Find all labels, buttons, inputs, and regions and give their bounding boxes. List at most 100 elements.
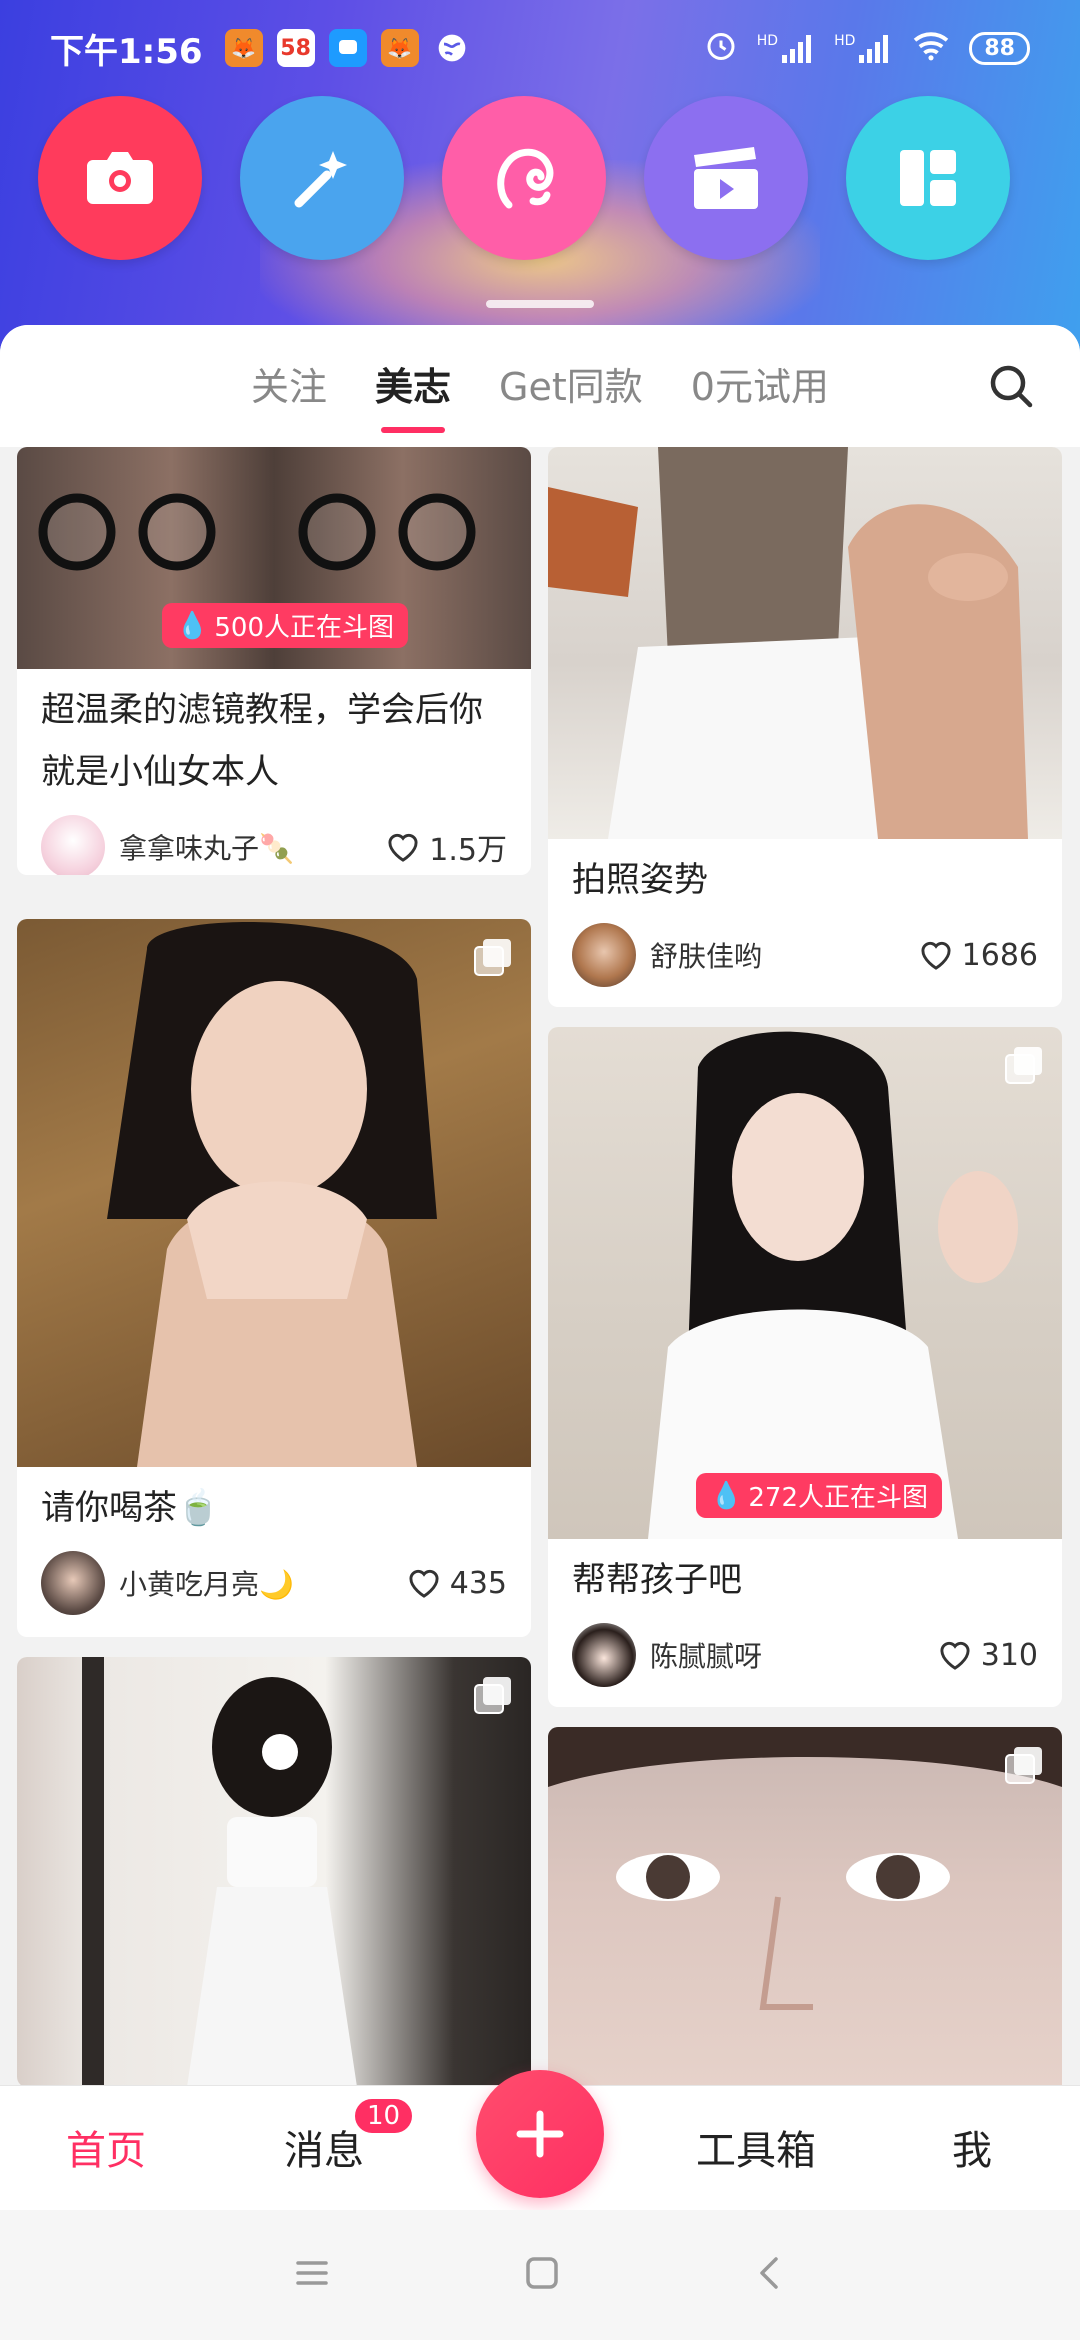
back-icon[interactable] <box>752 2253 788 2297</box>
card-title: 拍照姿势 <box>572 860 708 900</box>
heart-icon <box>409 1569 439 1598</box>
portrait-decoration <box>548 1727 1062 2010</box>
search-button[interactable] <box>986 361 1036 411</box>
author-name[interactable]: 陈腻腻呀 <box>650 1635 937 1675</box>
nav-me[interactable]: 我 <box>952 2118 992 2176</box>
nav-home[interactable]: 首页 <box>66 2118 146 2176</box>
status-bar: 下午1:56 🦊 58 🦊 HD HD 88 <box>0 0 1080 96</box>
system-navigation-bar <box>0 2210 1080 2340</box>
status-right-group: HD HD 88 <box>703 27 1030 70</box>
avatar[interactable] <box>572 1623 636 1687</box>
card-image: 💧 272人正在斗图 <box>548 1027 1062 1539</box>
heart-icon <box>921 941 951 970</box>
heart-icon <box>940 1641 970 1670</box>
chat-app-icon <box>328 29 367 67</box>
fox-app-icon: 🦊 <box>224 29 263 67</box>
live-badge: 💧 500人正在斗图 <box>162 603 409 648</box>
signal-icon-1: HD <box>757 33 816 63</box>
globe-app-icon <box>433 29 471 67</box>
like-button[interactable]: 310 <box>937 1638 1038 1673</box>
header-background: 下午1:56 🦊 58 🦊 HD HD 88 <box>0 0 1080 360</box>
feed-tabs: 关注 美志 Get同款 0元试用 <box>0 325 1080 447</box>
author-name[interactable]: 小黄吃月亮🌙 <box>119 1563 406 1603</box>
avatar[interactable] <box>572 923 636 987</box>
like-button[interactable]: 1686 <box>918 938 1038 973</box>
camera-tool-button[interactable] <box>38 96 202 260</box>
feed-card[interactable] <box>548 1727 1062 2085</box>
hd-label-2: HD <box>834 33 856 49</box>
collage-tool-button[interactable] <box>846 96 1010 260</box>
quick-tools-row <box>38 96 1010 260</box>
card-title: 帮帮孩子吧 <box>572 1560 742 1600</box>
portrait-decoration <box>548 447 1028 839</box>
magic-wand-tool-button[interactable] <box>240 96 404 260</box>
card-title: 超温柔的滤镜教程，学会后你就是小仙女本人 <box>41 690 483 792</box>
magic-wand-icon <box>294 151 347 208</box>
video-tool-button[interactable] <box>644 96 808 260</box>
feed-card[interactable]: 拍照姿势 舒肤佳哟 1686 <box>548 447 1062 1007</box>
card-meta: 拿拿味丸子🍡 1.5万 <box>17 803 531 875</box>
avatar[interactable] <box>41 1551 105 1615</box>
portrait-decoration <box>82 1657 357 2085</box>
battery-indicator: 88 <box>969 31 1030 65</box>
search-icon <box>990 365 1033 408</box>
nav-messages[interactable]: 消息 <box>284 2118 364 2176</box>
tab-free-trial[interactable]: 0元试用 <box>691 356 829 417</box>
card-meta: 陈腻腻呀 310 <box>548 1611 1062 1691</box>
card-image <box>17 919 531 1467</box>
card-image <box>548 447 1062 839</box>
home-square-icon[interactable] <box>522 2253 562 2297</box>
feed-card[interactable]: 请你喝茶🍵 小黄吃月亮🌙 435 <box>17 919 531 1637</box>
like-count: 310 <box>980 1637 1038 1673</box>
hair-icon <box>497 148 554 209</box>
hd-label-1: HD <box>756 33 779 49</box>
status-time: 下午1:56 <box>50 31 203 72</box>
feed-card[interactable] <box>17 1657 531 2085</box>
camera-icon <box>87 152 153 204</box>
card-image <box>17 1657 531 2085</box>
drag-handle[interactable] <box>486 300 594 308</box>
card-title: 请你喝茶🍵 <box>41 1488 220 1528</box>
like-button[interactable]: 1.5万 <box>385 825 507 869</box>
multi-image-icon <box>1005 1747 1042 1784</box>
portrait-decoration <box>648 1031 1018 1539</box>
tab-following[interactable]: 关注 <box>251 356 327 417</box>
fire-icon: 💧 <box>176 610 209 641</box>
card-meta: 舒肤佳哟 1686 <box>548 911 1062 991</box>
58-app-icon: 58 <box>276 29 315 67</box>
wifi-icon <box>911 29 951 68</box>
author-name[interactable]: 舒肤佳哟 <box>650 935 918 975</box>
alarm-icon <box>703 27 739 70</box>
multi-image-icon <box>1005 1047 1042 1084</box>
beauty-tool-button[interactable] <box>442 96 606 260</box>
feed-card[interactable]: 💧 500人正在斗图 超温柔的滤镜教程，学会后你就是小仙女本人 拿拿味丸子🍡 1… <box>17 447 531 875</box>
live-badge-text: 272人正在斗图 <box>748 1483 929 1513</box>
card-meta: 小黄吃月亮🌙 435 <box>17 1539 531 1619</box>
messages-badge: 10 <box>352 2096 416 2136</box>
heart-icon <box>388 833 418 862</box>
like-button[interactable]: 435 <box>406 1566 507 1601</box>
author-name[interactable]: 拿拿味丸子🍡 <box>119 827 385 867</box>
card-image: 💧 500人正在斗图 <box>17 447 531 669</box>
multi-image-icon <box>474 1677 511 1714</box>
nav-toolbox[interactable]: 工具箱 <box>696 2118 816 2176</box>
feed-card[interactable]: 💧 272人正在斗图 帮帮孩子吧 陈腻腻呀 310 <box>548 1027 1062 1707</box>
tab-get-same[interactable]: Get同款 <box>499 356 643 417</box>
avatar[interactable] <box>41 815 105 875</box>
content-sheet: 关注 美志 Get同款 0元试用 💧 500人正在斗图 超温柔的滤镜教程，学会后… <box>0 325 1080 2085</box>
like-count: 1686 <box>961 937 1038 973</box>
multi-image-icon <box>474 939 511 976</box>
live-badge-text: 500人正在斗图 <box>214 613 395 643</box>
live-badge: 💧 272人正在斗图 <box>696 1473 943 1518</box>
card-image <box>548 1727 1062 2085</box>
create-post-button[interactable] <box>476 2070 604 2198</box>
portrait-decoration <box>107 921 437 1467</box>
fire-icon: 💧 <box>710 1480 743 1511</box>
collage-icon <box>900 150 956 206</box>
menu-icon[interactable] <box>292 2255 332 2295</box>
fox-app-icon-2: 🦊 <box>380 29 419 67</box>
plus-icon <box>516 2110 564 2158</box>
signal-icon-2: HD <box>834 33 893 63</box>
tab-meizhi[interactable]: 美志 <box>375 356 451 417</box>
like-count: 1.5万 <box>429 833 507 868</box>
